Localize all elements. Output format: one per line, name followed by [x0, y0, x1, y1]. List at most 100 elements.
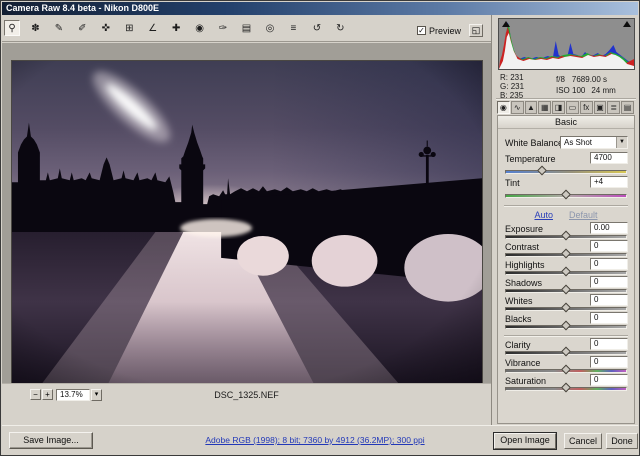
preferences-icon[interactable]: ≡ — [285, 21, 301, 37]
highlights-slider-thumb[interactable] — [561, 267, 571, 277]
crop-tool-icon[interactable]: ⊞ — [121, 21, 137, 37]
tab-tone-curve-icon[interactable]: ∿ — [511, 101, 524, 114]
auto-link[interactable]: Auto — [534, 210, 553, 220]
contrast-slider-track[interactable] — [505, 253, 627, 257]
focal-length-value: 24 mm — [591, 86, 615, 95]
blacks-slider-track[interactable] — [505, 325, 627, 329]
preview-label: Preview — [429, 26, 461, 36]
iso-value: ISO 100 — [556, 86, 585, 95]
clarity-slider-row: Clarity 0 — [503, 340, 629, 357]
tint-slider-track[interactable] — [505, 194, 627, 198]
temperature-slider-thumb[interactable] — [537, 166, 547, 176]
saturation-label: Saturation — [505, 376, 546, 386]
highlight-clipping-toggle-icon[interactable] — [623, 21, 631, 27]
tint-slider-thumb[interactable] — [561, 190, 571, 200]
blacks-slider-thumb[interactable] — [561, 321, 571, 331]
adjustments-panel: R: 231 G: 231 B: 235 f/87689.00 s ISO 10… — [491, 15, 640, 427]
red-eye-tool-icon[interactable]: ◉ — [192, 21, 208, 37]
temperature-value-field[interactable]: 4700 — [590, 152, 628, 164]
tab-camera-calibration-icon[interactable]: ▣ — [594, 101, 607, 114]
radial-filter-tool-icon[interactable]: ◎ — [262, 21, 278, 37]
default-link[interactable]: Default — [569, 210, 598, 220]
exif-readout: R: 231 G: 231 B: 235 f/87689.00 s ISO 10… — [500, 73, 635, 97]
contrast-slider-thumb[interactable] — [561, 249, 571, 259]
cancel-button[interactable]: Cancel — [564, 433, 602, 449]
exposure-value-field[interactable]: 0.00 — [590, 222, 628, 234]
g-label: G: — [500, 82, 508, 91]
highlights-value-field[interactable]: 0 — [590, 258, 628, 270]
filename-label: DSC_1325.NEF — [2, 390, 491, 400]
clarity-slider-track[interactable] — [505, 351, 627, 355]
tab-effects-icon[interactable]: fx — [580, 101, 593, 114]
clarity-label: Clarity — [505, 340, 531, 350]
tab-lens-corrections-icon[interactable]: ▭ — [566, 101, 579, 114]
tab-hsl-grayscale-icon[interactable]: ▦ — [538, 101, 551, 114]
saturation-value-field[interactable]: 0 — [590, 374, 628, 386]
vibrance-value-field[interactable]: 0 — [590, 356, 628, 368]
vibrance-slider-thumb[interactable] — [561, 365, 571, 375]
divider — [504, 335, 628, 337]
clarity-value-field[interactable]: 0 — [590, 338, 628, 350]
chevron-down-icon[interactable]: ▼ — [616, 137, 627, 148]
histogram — [498, 18, 635, 70]
vibrance-slider-row: Vibrance 0 — [503, 358, 629, 375]
white-balance-row: White Balance: As Shot ▼ — [503, 136, 629, 153]
shadows-slider-track[interactable] — [505, 289, 627, 293]
blacks-value-field[interactable]: 0 — [590, 312, 628, 324]
highlights-slider-track[interactable] — [505, 271, 627, 275]
exposure-slider-thumb[interactable] — [561, 231, 571, 241]
shadows-slider-row: Shadows 0 — [503, 278, 629, 295]
preview-status-bar: − + 13.7% ▾ DSC_1325.NEF — [2, 383, 491, 405]
shadow-clipping-toggle-icon[interactable] — [502, 21, 510, 27]
straighten-tool-icon[interactable]: ∠ — [145, 21, 161, 37]
rotate-left-icon[interactable]: ↺ — [309, 21, 325, 37]
whites-label: Whites — [505, 296, 533, 306]
r-label: R: — [500, 73, 508, 82]
save-image-button[interactable]: Save Image... — [9, 432, 93, 449]
contrast-label: Contrast — [505, 242, 539, 252]
tab-split-toning-icon[interactable]: ◨ — [552, 101, 565, 114]
saturation-slider-thumb[interactable] — [561, 383, 571, 393]
open-image-button[interactable]: Open Image — [494, 433, 556, 449]
white-balance-label: White Balance: — [505, 138, 566, 148]
graduated-filter-tool-icon[interactable]: ▤ — [239, 21, 255, 37]
shadows-value-field[interactable]: 0 — [590, 276, 628, 288]
adjustment-brush-tool-icon[interactable]: ✑ — [215, 21, 231, 37]
targeted-adjustment-tool-icon[interactable]: ✜ — [98, 21, 114, 37]
spot-removal-tool-icon[interactable]: ✚ — [168, 21, 184, 37]
hand-tool-icon[interactable]: ✽ — [27, 21, 43, 37]
r-value: 231 — [510, 73, 523, 82]
white-balance-tool-icon[interactable]: ✎ — [51, 21, 67, 37]
zoom-tool-icon[interactable]: ⚲ — [4, 20, 20, 36]
rotate-right-icon[interactable]: ↻ — [332, 21, 348, 37]
highlights-label: Highlights — [505, 260, 545, 270]
photo-canvas[interactable] — [11, 60, 483, 398]
temperature-slider-track[interactable] — [505, 170, 627, 174]
white-balance-select[interactable]: As Shot ▼ — [560, 136, 628, 149]
window-title: Camera Raw 8.4 beta - Nikon D800E — [6, 3, 159, 13]
preview-area: − + 13.7% ▾ DSC_1325.NEF — [2, 43, 491, 405]
tint-value-field[interactable]: +4 — [590, 176, 628, 188]
tab-detail-icon[interactable]: ▲ — [525, 101, 538, 114]
whites-value-field[interactable]: 0 — [590, 294, 628, 306]
toggle-fullscreen-button[interactable]: ◱ — [469, 24, 483, 37]
clarity-slider-thumb[interactable] — [561, 347, 571, 357]
done-button[interactable]: Done — [606, 433, 638, 449]
workflow-options-link[interactable]: Adobe RGB (1998); 8 bit; 7360 by 4912 (3… — [162, 435, 468, 445]
exposure-label: Exposure — [505, 224, 543, 234]
shadows-slider-thumb[interactable] — [561, 285, 571, 295]
tab-presets-icon[interactable]: ≣ — [607, 101, 620, 114]
whites-slider-track[interactable] — [505, 307, 627, 311]
color-sampler-tool-icon[interactable]: ✐ — [74, 21, 90, 37]
contrast-slider-row: Contrast 0 — [503, 242, 629, 259]
whites-slider-thumb[interactable] — [561, 303, 571, 313]
contrast-value-field[interactable]: 0 — [590, 240, 628, 252]
preview-checkbox[interactable]: ✓ — [417, 26, 426, 35]
saturation-slider-row: Saturation 0 — [503, 376, 629, 393]
tab-snapshots-icon[interactable]: ▤ — [621, 101, 634, 114]
title-bar[interactable]: Camera Raw 8.4 beta - Nikon D800E — [2, 2, 638, 15]
saturation-slider-track[interactable] — [505, 387, 627, 391]
exposure-slider-track[interactable] — [505, 235, 627, 239]
tab-basic-icon[interactable]: ◉ — [497, 101, 510, 114]
vibrance-slider-track[interactable] — [505, 369, 627, 373]
